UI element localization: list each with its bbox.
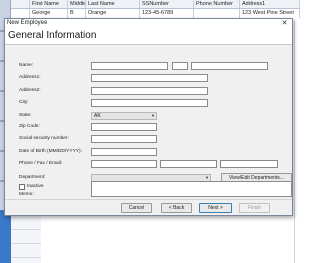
grid-cell-middle: B bbox=[68, 9, 86, 18]
grid-header-cell bbox=[11, 0, 30, 8]
finish-button[interactable]: Finish bbox=[239, 203, 270, 213]
dob-label: Date of Birth (MM/DD/YYYY): bbox=[19, 149, 82, 154]
grid-cell-last-name: Orange bbox=[86, 9, 140, 18]
table-row[interactable]: George B Orange 123-45-6789 123 West Pin… bbox=[11, 9, 300, 18]
zip-label: Zip Code: bbox=[19, 124, 40, 129]
memo-textarea[interactable] bbox=[91, 181, 292, 197]
address2-field[interactable] bbox=[91, 87, 208, 95]
fax-field[interactable] bbox=[160, 160, 217, 168]
background-right-edge bbox=[294, 20, 300, 263]
grid-cell-phone bbox=[194, 9, 240, 18]
last-name-field[interactable] bbox=[191, 62, 268, 70]
footer-divider bbox=[5, 199, 292, 200]
middle-initial-field[interactable] bbox=[172, 62, 188, 70]
grid-header-first-name[interactable]: First Name bbox=[30, 0, 68, 8]
department-label: Department: bbox=[19, 175, 46, 180]
memo-label: Memo: bbox=[19, 192, 34, 197]
name-label: Name: bbox=[19, 63, 34, 68]
grid-header-ssnumber[interactable]: SSNumber bbox=[140, 0, 194, 8]
background-blue-panel bbox=[0, 210, 11, 263]
inactive-checkbox[interactable] bbox=[19, 184, 25, 190]
state-label: State: bbox=[19, 113, 32, 118]
grid-header-phone[interactable]: Phone Number bbox=[194, 0, 240, 8]
grid-header-last-name[interactable]: Last Name bbox=[86, 0, 140, 8]
address1-label: Address1: bbox=[19, 75, 41, 80]
close-icon[interactable]: ✕ bbox=[280, 19, 289, 28]
dialog-title: New Employee bbox=[7, 20, 48, 26]
address2-label: Address2: bbox=[19, 88, 41, 93]
grid-cell-address1: 123 West Pine Street bbox=[240, 9, 300, 18]
email-field[interactable] bbox=[220, 160, 278, 168]
dialog-titlebar[interactable]: New Employee ✕ bbox=[5, 19, 292, 28]
next-button[interactable]: Next > bbox=[199, 203, 232, 213]
phone-field[interactable] bbox=[91, 160, 157, 168]
dialog-header: General Information bbox=[5, 28, 292, 45]
ssn-label: Social security number: bbox=[19, 136, 69, 141]
state-value: AK bbox=[94, 113, 101, 119]
cancel-button[interactable]: Cancel bbox=[121, 203, 152, 213]
grid-cell-ssnumber: 123-45-6789 bbox=[140, 9, 194, 18]
address1-field[interactable] bbox=[91, 74, 208, 82]
page-title: General Information bbox=[8, 30, 97, 41]
state-select[interactable]: AK ▼ bbox=[91, 112, 157, 120]
phone-fax-email-label: Phone / Fax / Email: bbox=[19, 161, 63, 166]
date-of-birth-field[interactable] bbox=[91, 148, 157, 156]
grid-cell-first-name: George bbox=[30, 9, 68, 18]
grid-header-address1[interactable]: Address1 bbox=[240, 0, 300, 8]
chevron-down-icon[interactable]: ▼ bbox=[151, 113, 155, 119]
first-name-field[interactable] bbox=[91, 62, 168, 70]
inactive-label: Inactive bbox=[27, 184, 44, 189]
city-label: City: bbox=[19, 100, 29, 105]
grid-header-row: First Name Middle Last Name SSNumber Pho… bbox=[11, 0, 300, 9]
grid-header-middle[interactable]: Middle bbox=[68, 0, 86, 8]
zip-code-field[interactable] bbox=[91, 123, 157, 131]
city-field[interactable] bbox=[91, 99, 208, 107]
background-employee-grid: First Name Middle Last Name SSNumber Pho… bbox=[11, 0, 300, 20]
ssn-field[interactable] bbox=[91, 135, 157, 143]
back-button[interactable]: < Back bbox=[161, 203, 192, 213]
resize-grip-icon[interactable]: ⋰ bbox=[287, 210, 291, 214]
new-employee-dialog: New Employee ✕ General Information Name:… bbox=[4, 18, 293, 216]
